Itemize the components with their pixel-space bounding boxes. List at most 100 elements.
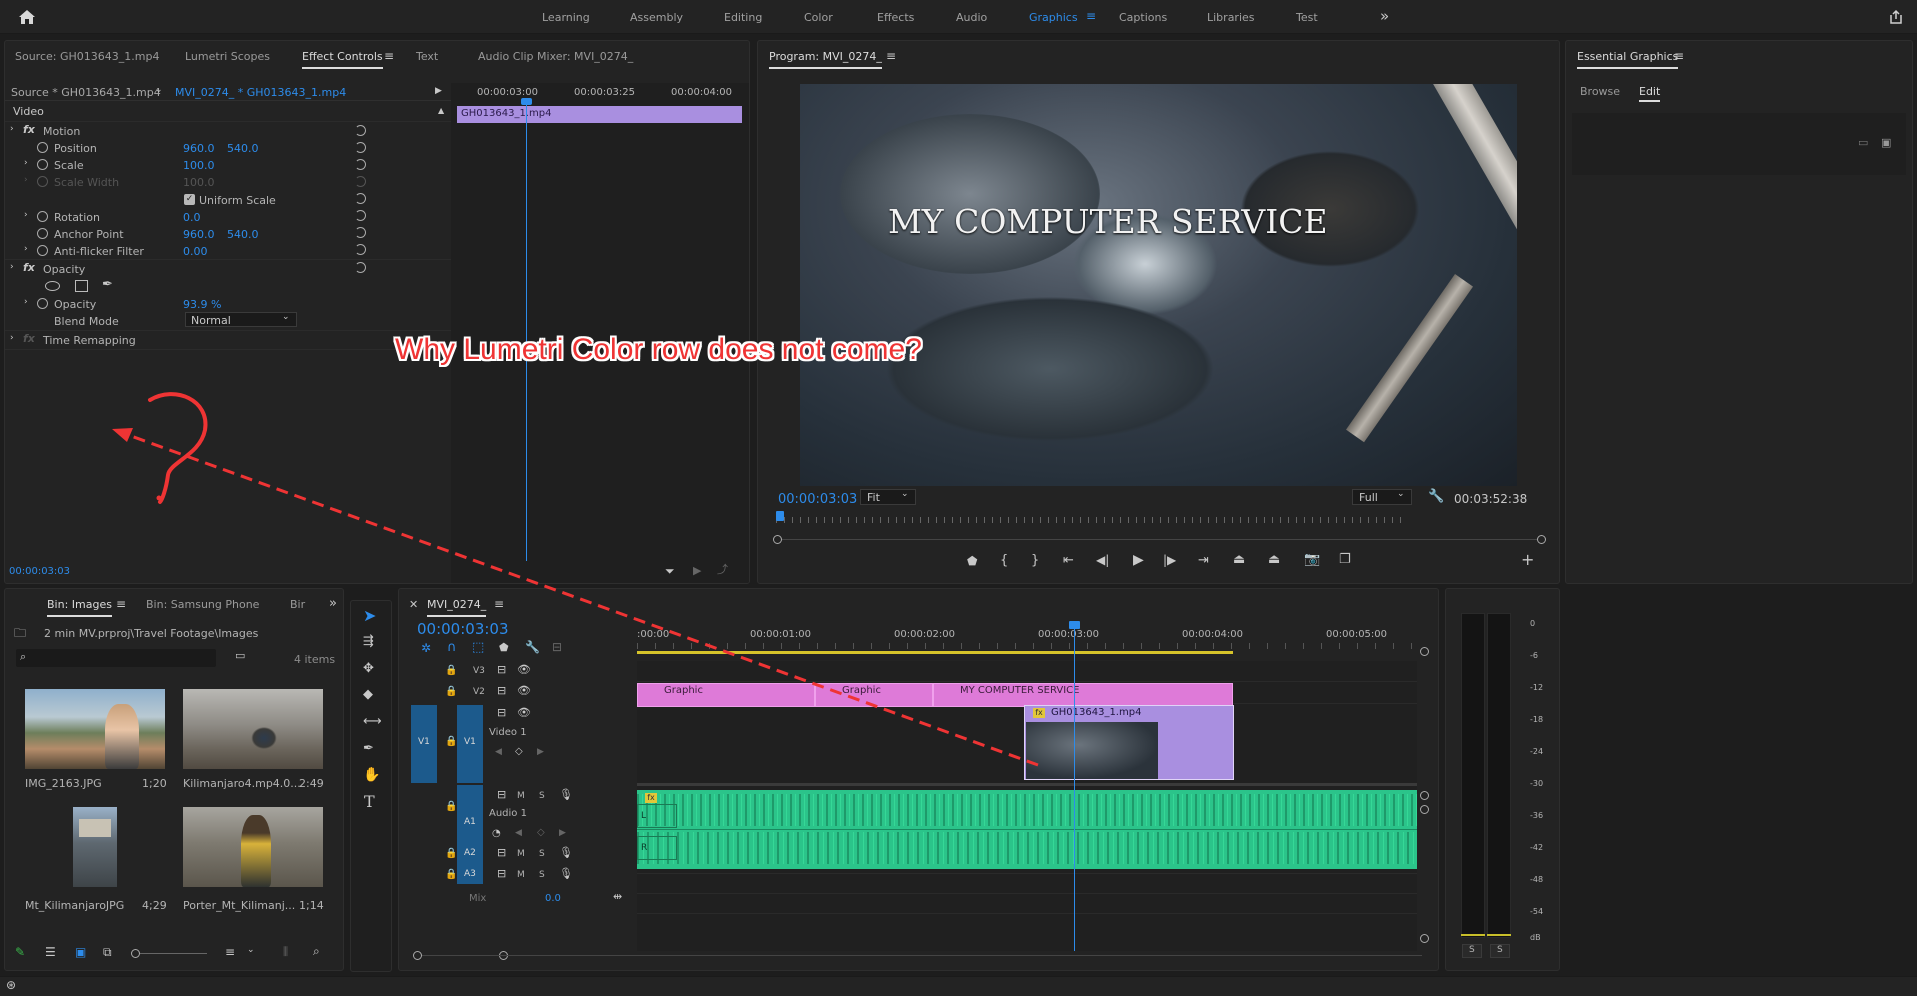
title-graphic-clip[interactable]: MY COMPUTER SERVICE — [933, 683, 1233, 707]
chevron-down-icon[interactable]: ⌄ — [247, 946, 255, 955]
snap-icon[interactable]: ✲ — [421, 642, 431, 654]
solo-button[interactable]: S — [539, 870, 545, 880]
linked-selection-icon[interactable]: ∩ — [447, 641, 457, 654]
uniform-scale-checkbox[interactable]: ✓ — [184, 194, 195, 205]
camera-icon[interactable]: 📷 — [1304, 553, 1320, 566]
eye-icon[interactable]: 👁 — [517, 664, 531, 675]
tabs-overflow-icon[interactable]: » — [329, 597, 337, 610]
stopwatch-icon[interactable] — [37, 245, 48, 256]
mute-button[interactable]: M — [517, 870, 525, 880]
video-clip[interactable]: GH013643_1.mp4 fx — [1024, 705, 1234, 780]
panel-menu-icon[interactable]: ≡ — [115, 598, 127, 610]
reset-icon[interactable] — [355, 227, 366, 238]
workspace-editing[interactable]: Editing — [724, 11, 762, 24]
add-keyframe-icon[interactable]: ◇ — [515, 747, 523, 757]
audio-clip[interactable]: fx L R — [637, 790, 1417, 869]
tab-bin-overflow[interactable]: Bir — [290, 589, 305, 621]
step-forward-icon[interactable]: |▶ — [1163, 554, 1176, 566]
workspace-captions[interactable]: Captions — [1119, 11, 1167, 24]
pen-tool-icon[interactable]: ✒ — [363, 742, 374, 755]
scrubber-playhead[interactable] — [776, 511, 784, 521]
nest-icon[interactable]: ⬚ — [472, 641, 484, 654]
disclosure-icon[interactable]: › — [10, 125, 14, 134]
step-back-icon[interactable]: ◀| — [1096, 554, 1109, 566]
workspace-effects[interactable]: Effects — [877, 11, 914, 24]
stopwatch-icon[interactable] — [37, 211, 48, 222]
tab-audio-clip-mixer[interactable]: Audio Clip Mixer: MVI_0274_ — [478, 41, 633, 73]
v-scroll-knob[interactable] — [1420, 934, 1429, 943]
workspace-libraries[interactable]: Libraries — [1207, 11, 1255, 24]
bin-search-input[interactable]: ⌕ — [16, 649, 216, 667]
close-icon[interactable]: ✕ — [409, 599, 418, 610]
sync-lock-icon[interactable]: ⊟ — [497, 868, 506, 879]
stopwatch-icon[interactable] — [37, 228, 48, 239]
lock-icon[interactable]: 🔒 — [445, 849, 457, 859]
resolution-dropdown[interactable]: Full ⌄ — [1352, 489, 1412, 505]
eye-icon[interactable]: 👁 — [517, 707, 531, 718]
sync-lock-icon[interactable]: ⊟ — [497, 664, 506, 675]
collapse-arrow-icon[interactable]: ▲ — [438, 107, 444, 115]
h-scroll-knob-left[interactable] — [413, 951, 422, 960]
stopwatch-icon[interactable] — [37, 142, 48, 153]
thumbnail-zoom-slider[interactable] — [131, 949, 207, 958]
microphone-icon[interactable]: 🎙 — [559, 868, 573, 879]
zoom-bar[interactable] — [782, 539, 1537, 540]
panel-menu-icon[interactable]: ≡ — [885, 50, 897, 62]
tab-edit[interactable]: Edit — [1639, 85, 1661, 102]
play-icon[interactable]: ▶ — [1133, 553, 1144, 567]
timeline-sequence-tab[interactable]: MVI_0274_ — [427, 589, 502, 621]
bin-thumb-0[interactable] — [25, 689, 165, 769]
workspace-assembly[interactable]: Assembly — [630, 11, 683, 24]
source-selector[interactable]: Source * GH013643_1.mp4 — [11, 86, 161, 99]
hand-tool-icon[interactable]: ✋ — [363, 768, 380, 782]
mini-playhead-handle[interactable] — [521, 98, 532, 105]
expand-arrow-icon[interactable]: ▶ — [435, 87, 442, 96]
mix-value[interactable]: 0.0 — [545, 893, 561, 904]
sync-lock-icon[interactable]: ⊟ — [497, 685, 506, 696]
anchor-x-value[interactable]: 960.0 — [183, 228, 215, 241]
disclosure-icon[interactable]: › — [24, 298, 28, 307]
anchor-y-value[interactable]: 540.0 — [227, 228, 259, 241]
bin-thumb-3[interactable] — [183, 807, 323, 887]
microphone-icon[interactable]: 🎙 — [559, 847, 573, 858]
new-folder-icon[interactable]: ▭ — [1858, 137, 1868, 148]
sync-lock-icon[interactable]: ⊟ — [497, 847, 506, 858]
program-scrubber[interactable] — [776, 511, 1402, 525]
freeform-view-icon[interactable]: ⧉ — [103, 946, 112, 958]
track-target-a3[interactable]: A3 — [457, 866, 483, 884]
extract-icon[interactable]: ⏏ — [1268, 553, 1280, 566]
share-icon[interactable] — [1888, 9, 1904, 25]
tab-browse[interactable]: Browse — [1580, 85, 1620, 98]
sync-lock-icon[interactable]: ⊟ — [497, 707, 506, 718]
filter-icon[interactable]: ⏷ — [665, 565, 675, 577]
position-x-value[interactable]: 960.0 — [183, 142, 215, 155]
mix-go-to-icon[interactable]: ⇹ — [613, 891, 622, 902]
disclosure-icon[interactable]: › — [10, 263, 14, 272]
new-search-bin-icon[interactable]: ▭ — [235, 650, 245, 661]
add-button-icon[interactable]: + — [1521, 552, 1534, 568]
lock-icon[interactable]: 🔒 — [445, 737, 457, 747]
lock-icon[interactable]: 🔒 — [445, 802, 457, 812]
mute-button[interactable]: M — [517, 849, 525, 859]
timeline-ruler[interactable]: :00:00 00:00:01:00 00:00:02:00 00:00:03:… — [637, 629, 1417, 657]
selection-tool-icon[interactable]: ➤ — [363, 608, 376, 624]
program-video-frame[interactable]: MY COMPUTER SERVICE — [800, 84, 1517, 486]
mute-button[interactable]: M — [517, 791, 525, 801]
new-layer-icon[interactable]: ▣ — [1881, 137, 1891, 148]
ripple-edit-tool-icon[interactable]: ✥ — [363, 662, 374, 675]
lock-icon[interactable]: 🔒 — [445, 687, 457, 697]
tab-source[interactable]: Source: GH013643_1.mp4 — [15, 41, 159, 73]
workspace-color[interactable]: Color — [804, 11, 833, 24]
wrench-icon[interactable]: 🔧 — [525, 641, 540, 653]
track-target-a2[interactable]: A2 — [457, 845, 483, 863]
graphic-clip-1[interactable]: Graphic — [637, 683, 815, 707]
opacity-value[interactable]: 93.9 % — [183, 298, 221, 311]
panel-menu-icon[interactable]: ≡ — [1673, 50, 1685, 62]
disclosure-icon[interactable]: › — [10, 334, 14, 343]
disclosure-icon[interactable]: › — [24, 211, 28, 220]
track-target-v1[interactable]: V1 — [457, 705, 483, 783]
tab-text[interactable]: Text — [416, 41, 438, 73]
type-tool-icon[interactable]: T — [364, 794, 375, 810]
work-area-bar[interactable] — [637, 651, 1233, 654]
find-icon[interactable]: ⌕ — [313, 945, 320, 957]
